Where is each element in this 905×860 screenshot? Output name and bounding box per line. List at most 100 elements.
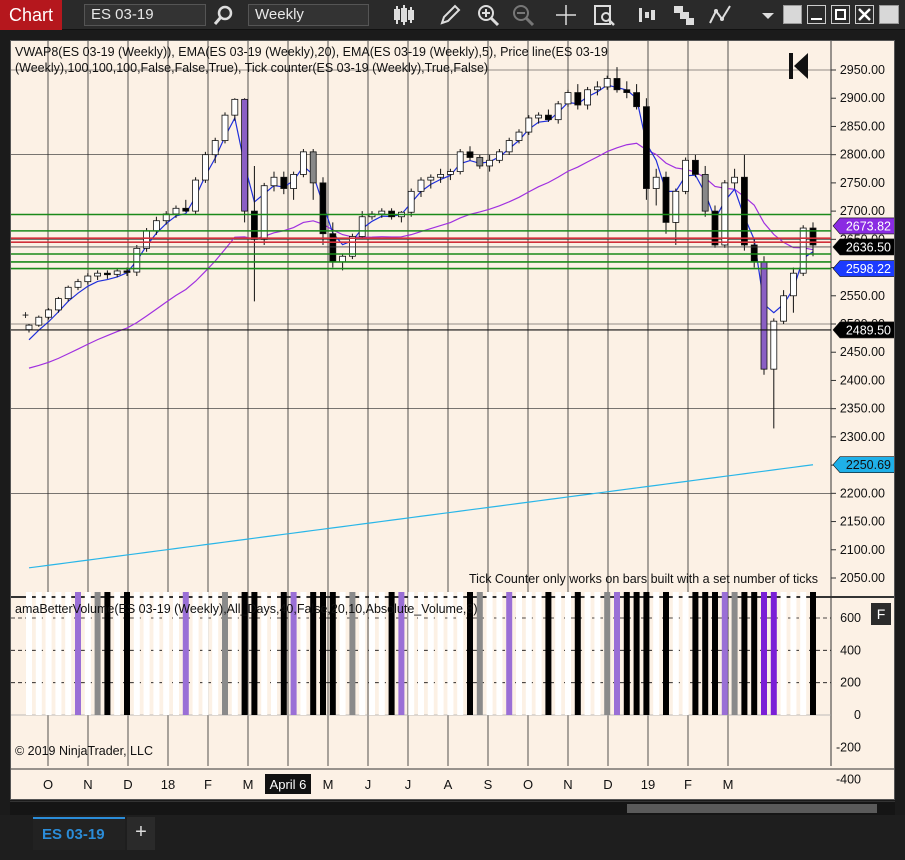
zoom-in-icon[interactable]: [476, 3, 500, 27]
close-button[interactable]: [855, 5, 874, 24]
candle-body: [701, 174, 709, 212]
candle-body: [760, 261, 768, 370]
x-axis-label: April 6: [270, 777, 307, 792]
strategies-icon[interactable]: [672, 3, 696, 27]
x-axis-label: 18: [161, 777, 175, 792]
price-flag-label: 2489.50: [846, 323, 891, 337]
crosshair-icon[interactable]: [554, 3, 578, 27]
x-axis-label: O: [43, 777, 53, 792]
volume-bar: [770, 592, 777, 715]
volume-bar: [574, 592, 581, 715]
candle-body: [446, 171, 454, 175]
y-axis-tick-label: 2450.00: [840, 345, 885, 359]
x-axis-label: N: [563, 777, 572, 792]
volume-bar: [672, 592, 679, 715]
tab-es-03-19[interactable]: ES 03-19: [33, 817, 125, 850]
candle-body: [780, 295, 787, 322]
data-box-icon[interactable]: [592, 3, 616, 27]
volume-bar: [545, 592, 552, 715]
instrument-selector[interactable]: ES 03-19: [84, 4, 206, 26]
drawing-tools-icon[interactable]: [708, 3, 732, 27]
candle-body: [799, 227, 807, 274]
y-axis-tick-label: 2950.00: [840, 63, 885, 77]
y-axis-tick-label: 2350.00: [840, 402, 885, 416]
candle-body: [643, 106, 650, 189]
price-flag-label: 2598.22: [846, 262, 891, 276]
volume-pane-indicator-label: amaBetterVolume(ES 03-19 (Weekly),All_Da…: [15, 602, 478, 616]
x-axis-label: F: [204, 777, 212, 792]
scrollbar-thumb[interactable]: [627, 804, 877, 813]
volume-axis-label: 400: [840, 643, 861, 657]
candle-body: [554, 103, 562, 121]
extra-window-button[interactable]: [879, 5, 899, 24]
y-axis-tick-label: 2850.00: [840, 119, 885, 133]
interval-selector[interactable]: Weekly: [248, 4, 369, 26]
instrument-value: ES 03-19: [91, 6, 154, 23]
x-axis-label: M: [323, 777, 334, 792]
candle-body: [682, 159, 689, 192]
zoom-out-icon[interactable]: [511, 3, 535, 27]
volume-bar: [486, 592, 493, 715]
candle-body: [456, 151, 464, 173]
candle-body: [535, 114, 542, 119]
candle-body: [250, 210, 258, 240]
candle-body: [662, 176, 670, 223]
volume-bar: [702, 592, 709, 715]
candle-body: [172, 207, 180, 215]
candle-body: [378, 210, 386, 215]
candle-body: [623, 89, 631, 93]
y-axis-tick-label: 2900.00: [840, 91, 885, 105]
chart-panel[interactable]: 2950.00 2900.00 2850.00 2800.00 2750.00 2700.…: [10, 40, 895, 800]
candle-body: [407, 190, 415, 213]
volume-bar: [555, 592, 562, 715]
volume-axis-label: -200: [836, 740, 861, 754]
volume-bar: [623, 592, 630, 715]
window-title[interactable]: Chart: [0, 0, 62, 30]
indicators-icon[interactable]: [636, 3, 660, 27]
candle-body: [427, 176, 435, 181]
candle-body: [241, 98, 249, 212]
rewind-marker-icon[interactable]: [786, 51, 812, 81]
price-pane-indicator-label: VWAP8(ES 03-19 (Weekly)), EMA(ES 03-19 (…: [15, 45, 608, 75]
price-flag-label: 2673.82: [846, 219, 891, 233]
candle-body: [358, 216, 366, 237]
chart-tab-bar: ES 03-19 +: [0, 815, 905, 860]
candle-body: [290, 174, 298, 189]
link-window-button[interactable]: [783, 5, 802, 24]
x-axis-label: J: [365, 777, 372, 792]
candle-body: [603, 78, 611, 88]
volume-bar: [584, 592, 591, 715]
volume-pane-f-button[interactable]: F: [871, 603, 891, 625]
maximize-button[interactable]: [831, 5, 850, 24]
candle-body: [584, 89, 591, 106]
volume-bar: [653, 592, 660, 715]
candle-body: [574, 92, 582, 106]
candle-body: [545, 114, 552, 121]
candle-body: [525, 117, 533, 133]
horizontal-scrollbar[interactable]: [10, 801, 895, 815]
volume-bar: [780, 592, 787, 715]
search-icon[interactable]: [212, 3, 236, 27]
bar-type-icon[interactable]: [392, 3, 416, 27]
candle-body: [45, 309, 52, 318]
candle-body: [672, 190, 680, 223]
minimize-button[interactable]: [807, 5, 826, 24]
chart-canvas[interactable]: 2950.00 2900.00 2850.00 2800.00 2750.00 2700.…: [11, 41, 894, 799]
volume-bar: [800, 592, 807, 715]
x-axis-label: J: [405, 777, 412, 792]
volume-axis-label: 600: [840, 611, 861, 625]
interval-value: Weekly: [255, 6, 304, 23]
volume-bar: [525, 592, 532, 715]
add-tab-button[interactable]: +: [127, 817, 155, 850]
pencil-icon[interactable]: [438, 3, 462, 27]
volume-bar: [643, 592, 650, 715]
candle-body: [417, 179, 425, 192]
y-axis-tick-label: 2700.00: [840, 204, 885, 218]
menu-caret-icon[interactable]: [759, 3, 777, 27]
volume-axis-label: -400: [836, 773, 861, 787]
volume-bar: [761, 592, 767, 715]
candle-body: [94, 272, 101, 277]
candle-body: [221, 114, 229, 141]
chart-toolbar: Chart ES 03-19 Weekly: [0, 0, 905, 30]
plus-marker: +: [22, 308, 29, 322]
